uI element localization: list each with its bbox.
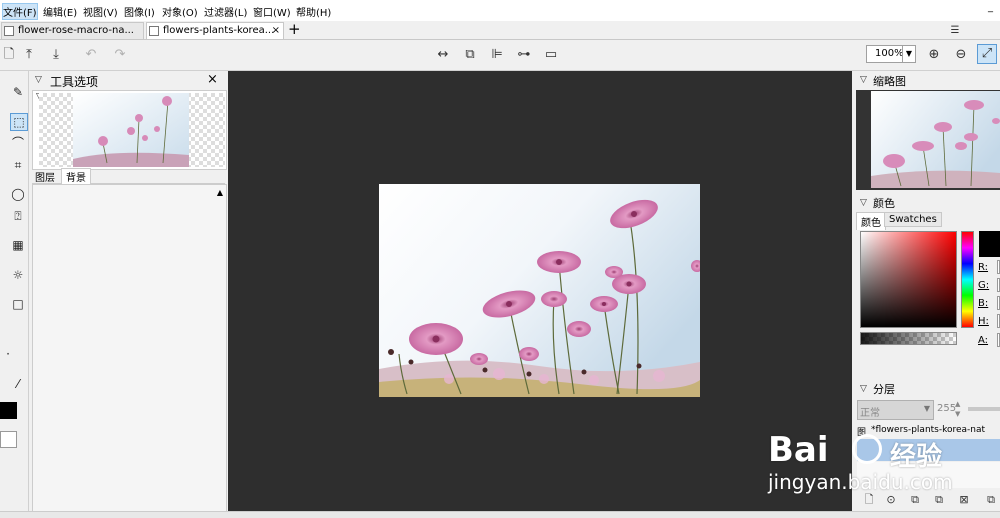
crop-tool-icon[interactable]: ⌗ <box>10 157 26 173</box>
watermark-brand-cn: 经验 <box>890 442 943 472</box>
crop-icon[interactable]: ⧉ <box>461 46 479 64</box>
tool-options-panel: ▽ 工具选项 × ▽ 图层 背景 ▲ <box>29 71 227 517</box>
opacity-slider[interactable] <box>968 407 1000 411</box>
tab-layers[interactable]: 图层 <box>35 169 55 184</box>
lasso-tool-icon[interactable]: ⌒ <box>10 135 26 151</box>
background-color-swatch[interactable] <box>0 431 17 448</box>
light-tool-icon[interactable]: ☼ <box>10 267 26 283</box>
tab-close-icon[interactable]: × <box>272 23 280 39</box>
download-icon[interactable]: ⤓ <box>47 46 65 64</box>
menu-filter[interactable]: 过滤器(L) <box>204 4 247 19</box>
tab-flower-rose[interactable]: flower-rose-macro-na... <box>1 22 144 39</box>
menu-window[interactable]: 窗口(W) <box>253 4 291 19</box>
menu-image[interactable]: 图像(I) <box>124 4 155 19</box>
tab-swatches[interactable]: Swatches <box>884 212 942 227</box>
layers-panel-title: 分层 <box>873 383 895 396</box>
blend-mode-value: 正常 <box>860 408 880 419</box>
fit-width-icon[interactable]: ↔ <box>434 46 452 64</box>
opacity-stepper[interactable]: ▲ ▼ <box>955 399 960 419</box>
tool-options-content: ▲ <box>32 184 227 513</box>
color-panel-title: 颜色 <box>873 197 895 210</box>
canvas-image[interactable] <box>379 184 700 397</box>
chevron-down-icon[interactable]: ▽ <box>35 75 42 85</box>
alpha-slider[interactable] <box>860 332 957 345</box>
thumbnail-panel-title: 缩略图 <box>873 75 906 88</box>
menu-bar: 文件(F) 编辑(E) 视图(V) 图像(I) 对象(O) 过滤器(L) 窗口(… <box>0 0 1000 22</box>
minimize-button[interactable]: _ <box>988 2 993 13</box>
rect-select-tool-icon[interactable]: ⬚ <box>10 113 28 131</box>
paw-logo-icon <box>852 434 882 464</box>
zoom-select[interactable]: 100% ▼ <box>866 45 916 63</box>
document-tab-bar: flower-rose-macro-na... flowers-plants-k… <box>0 20 1000 40</box>
opacity-value: 255 <box>937 403 957 414</box>
chevron-down-icon[interactable]: ▽ <box>860 75 867 85</box>
align-text-icon[interactable]: ☰ <box>946 22 964 40</box>
fill-tool-icon[interactable]: ⍰ <box>10 208 26 224</box>
chevron-down-icon[interactable]: ▽ <box>860 384 867 394</box>
channel-label-a: A: <box>978 335 989 346</box>
panel-title: 工具选项 <box>50 75 99 89</box>
layer-tabs: 图层 背景 <box>32 168 225 184</box>
gradient-tool-icon[interactable]: ▦ <box>10 237 26 253</box>
eyedropper-tool-icon[interactable]: ⁄ <box>10 376 26 392</box>
rectangle-tool-icon[interactable]: □ <box>10 296 26 312</box>
tool-strip: ✎ ⬚ ⌒ ⌗ ◯ ⍰ ▦ ☼ □ · ⁄ <box>0 71 29 517</box>
layer-thumbnail-image <box>73 93 189 167</box>
zoom-out-icon[interactable]: ⊖ <box>952 46 970 64</box>
watermark-url: jingyan.baidu.com <box>768 470 953 494</box>
foreground-color-swatch[interactable] <box>0 402 17 419</box>
zoom-in-icon[interactable]: ⊕ <box>925 46 943 64</box>
brush-tool-icon[interactable]: ✎ <box>10 84 26 100</box>
fit-window-icon[interactable]: ⤢ <box>977 44 997 64</box>
layer-preview: ▽ <box>32 90 227 170</box>
channel-label-g: G: <box>978 280 990 291</box>
channel-label-b: B: <box>978 298 989 309</box>
tab-color[interactable]: 颜色 <box>856 212 886 230</box>
menu-object[interactable]: 对象(O) <box>162 4 198 19</box>
menu-help[interactable]: 帮助(H) <box>296 4 331 19</box>
chevron-down-icon[interactable]: ▼ <box>902 46 915 62</box>
tab-label: flowers-plants-korea... <box>163 25 275 36</box>
main-toolbar: 🗋 ⤒ ⤓ ↶ ↷ ↔ ⧉ ⊫ ⊶ ▭ ⊕ ⊖ ⤢ ☰ <box>0 25 1000 71</box>
distribute-icon[interactable]: ⊶ <box>515 46 533 64</box>
undo-icon[interactable]: ↶ <box>82 46 100 64</box>
hue-slider[interactable] <box>961 231 974 328</box>
blend-mode-select[interactable]: 正常 ▼ <box>857 400 934 420</box>
channel-label-h: H: <box>978 316 989 327</box>
shape-tool-icon[interactable]: ◯ <box>10 186 26 202</box>
resize-canvas-icon[interactable]: ▭ <box>542 46 560 64</box>
upload-icon[interactable]: ⤒ <box>20 46 38 64</box>
navigator-thumbnail[interactable] <box>871 91 1000 188</box>
image-file-icon <box>149 26 159 36</box>
channel-label-r: R: <box>978 262 989 273</box>
tab-label: flower-rose-macro-na... <box>18 25 134 36</box>
image-file-icon <box>4 26 14 36</box>
chevron-down-icon[interactable]: ▼ <box>924 404 930 413</box>
flowers-image-art <box>379 184 700 397</box>
saturation-value-picker[interactable] <box>860 231 957 328</box>
dot-icon[interactable]: · <box>0 346 16 362</box>
menu-file[interactable]: 文件(F) <box>2 3 38 20</box>
new-tab-button[interactable]: + <box>288 20 301 38</box>
menu-edit[interactable]: 编辑(E) <box>43 4 77 19</box>
align-left-icon[interactable]: ⊫ <box>488 46 506 64</box>
zoom-value: 100% <box>875 48 904 59</box>
tab-background[interactable]: 背景 <box>61 168 91 184</box>
close-icon[interactable]: × <box>207 72 218 87</box>
tab-flowers-plants[interactable]: flowers-plants-korea... × <box>146 22 284 39</box>
current-color-swatch <box>979 231 1000 257</box>
watermark-brand: Bai <box>768 430 829 470</box>
chevron-down-icon[interactable]: ▽ <box>860 198 867 208</box>
baidu-watermark: Bai 经验 jingyan.baidu.com <box>768 430 998 500</box>
redo-icon[interactable]: ↷ <box>111 46 129 64</box>
menu-view[interactable]: 视图(V) <box>83 4 118 19</box>
scroll-up-icon[interactable]: ▲ <box>217 188 223 197</box>
open-file-icon[interactable]: 🗋 <box>0 46 18 64</box>
